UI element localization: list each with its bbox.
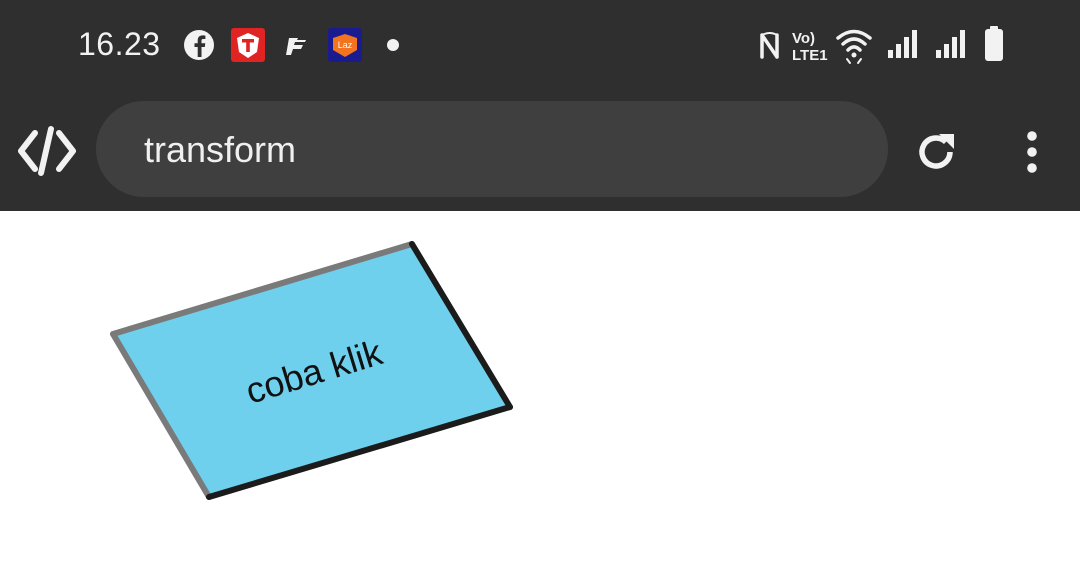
browser-toolbar: transform bbox=[0, 92, 1080, 211]
more-vert-icon[interactable] bbox=[1018, 130, 1046, 174]
signal-sim2-icon bbox=[936, 30, 965, 58]
t-app-icon bbox=[231, 28, 265, 62]
reload-icon[interactable] bbox=[912, 128, 960, 176]
volte-bottom-label: LTE1 bbox=[792, 47, 828, 64]
lazada-label: Laz bbox=[338, 40, 353, 50]
volte-lte-icon: Vo) LTE1 bbox=[792, 30, 828, 64]
f-app-icon bbox=[286, 38, 308, 55]
facebook-icon bbox=[184, 30, 214, 60]
transformed-box[interactable]: coba klik bbox=[110, 241, 513, 500]
wifi-icon bbox=[836, 29, 872, 64]
volte-top-label: Vo) bbox=[792, 30, 815, 47]
transform-demo: coba klik bbox=[110, 241, 513, 500]
code-brackets-icon[interactable] bbox=[18, 125, 76, 177]
battery-icon bbox=[985, 26, 1003, 61]
lazada-icon: Laz bbox=[328, 28, 362, 62]
clock: 16.23 bbox=[78, 26, 161, 62]
dot-icon bbox=[387, 39, 399, 51]
page-content: coba klik bbox=[0, 211, 1080, 579]
address-input[interactable]: transform bbox=[96, 101, 888, 197]
url-text: transform bbox=[144, 129, 297, 170]
signal-sim1-icon bbox=[888, 30, 917, 58]
status-bar: 16.23 Laz Vo) LTE1 bbox=[0, 0, 1080, 92]
nfc-icon bbox=[760, 32, 779, 59]
